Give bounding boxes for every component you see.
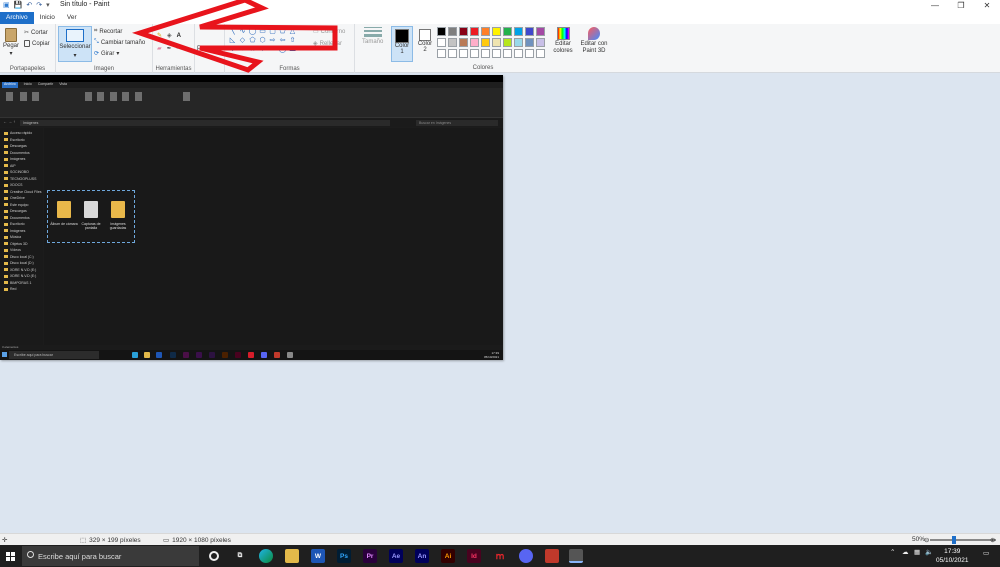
zoom-slider[interactable]	[930, 539, 996, 541]
onedrive-icon[interactable]: ☁	[902, 548, 909, 556]
cortana-icon[interactable]	[209, 551, 219, 561]
file-explorer-icon[interactable]	[285, 549, 299, 563]
illustrator-icon[interactable]: Ai	[441, 549, 455, 563]
zoom-in-button[interactable]: ⊕	[990, 536, 995, 544]
paint-taskbar-icon[interactable]	[569, 549, 583, 563]
start-button[interactable]	[0, 545, 20, 567]
taskbar-clock[interactable]: 17:39 05/10/2021	[936, 547, 969, 565]
notifications-icon[interactable]: ▭	[983, 549, 989, 557]
taskbar: Escribe aquí para buscar ⧉ W Ps Pr Ae An…	[0, 545, 1000, 567]
show-hidden-icons-icon[interactable]: ⌃	[890, 548, 895, 556]
mega-icon[interactable]: ⅿ	[493, 549, 507, 563]
search-icon	[27, 551, 34, 558]
canvas-size: ▭ 1920 × 1080 píxeles	[163, 536, 231, 545]
cursor-position-icon: ✛	[2, 537, 8, 544]
canvas-size-icon: ▭	[163, 537, 170, 544]
discord-icon[interactable]	[519, 549, 533, 563]
zoom-out-button[interactable]: ⊖	[924, 536, 929, 544]
snip-sketch-icon[interactable]	[545, 549, 559, 563]
animate-icon[interactable]: An	[415, 549, 429, 563]
windows-logo-icon	[5, 551, 15, 561]
zoom-slider-thumb[interactable]	[952, 536, 956, 544]
edge-icon[interactable]	[259, 549, 273, 563]
taskbar-search[interactable]: Escribe aquí para buscar	[22, 546, 199, 566]
selection-size-icon: ⬚	[80, 537, 87, 544]
task-view-icon[interactable]: ⧉	[233, 549, 247, 563]
red-arrow-annotation	[131, 0, 338, 73]
volume-icon[interactable]: 🔈	[925, 548, 933, 556]
after-effects-icon[interactable]: Ae	[389, 549, 403, 563]
premiere-icon[interactable]: Pr	[363, 549, 377, 563]
network-icon[interactable]: ▦	[914, 548, 920, 556]
indesign-icon[interactable]: Id	[467, 549, 481, 563]
photoshop-icon[interactable]: Ps	[337, 549, 351, 563]
word-icon[interactable]: W	[311, 549, 325, 563]
status-bar: ✛ ⬚ 329 × 199 píxeles ▭ 1920 × 1080 píxe…	[0, 533, 1000, 545]
selection-size: ⬚ 329 × 199 píxeles	[80, 536, 141, 545]
